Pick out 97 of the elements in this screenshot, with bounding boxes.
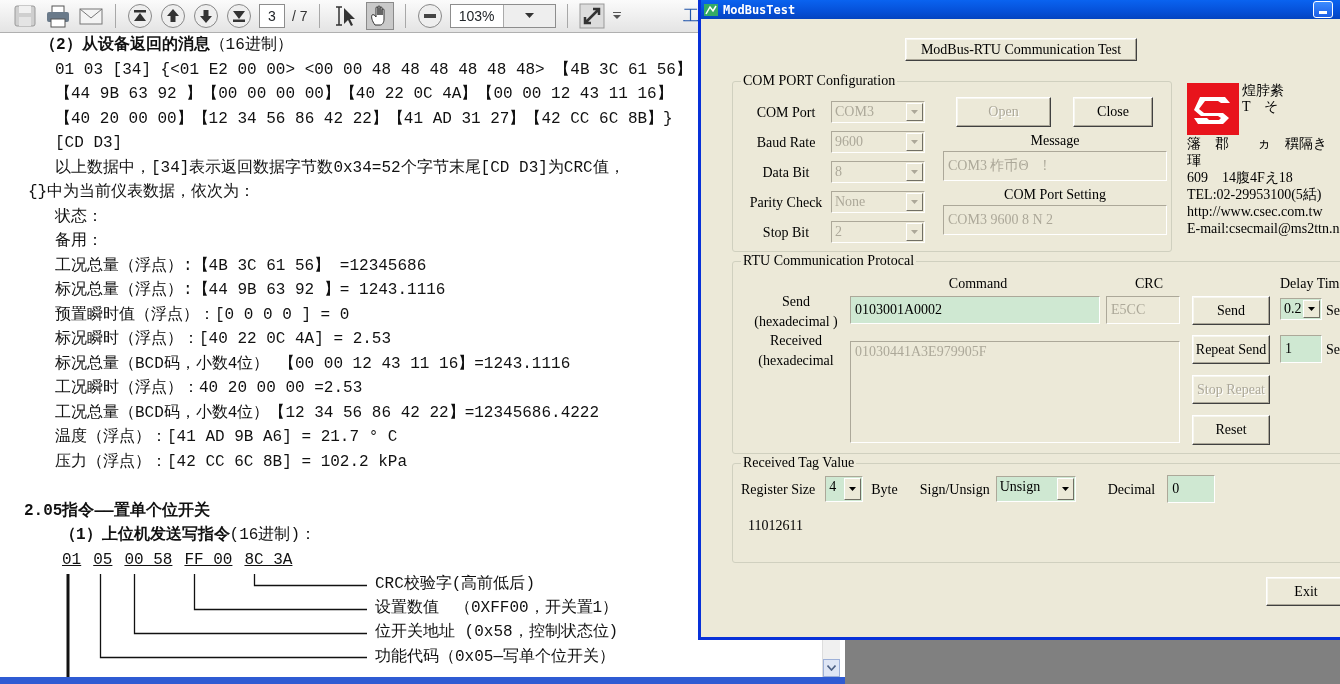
column-label: Command <box>947 274 1009 293</box>
group-title: Received Tag Value <box>742 454 856 472</box>
dropdown[interactable]: 4 <box>825 476 864 502</box>
text-line: 预置瞬时值（浮点）：[0 0 0 0 ] = 0 <box>54 304 350 326</box>
caret-icon <box>911 110 918 114</box>
contact-text: 琿 <box>1187 152 1202 169</box>
hex-code: 8C 3A <box>244 549 293 571</box>
expand-icon[interactable] <box>578 3 605 29</box>
app-icon <box>703 1 719 18</box>
caret-icon <box>1308 307 1315 311</box>
text-line: [CD D3] <box>54 133 123 154</box>
window-title: ModBusTest <box>723 1 796 19</box>
first-page-icon[interactable] <box>127 3 153 29</box>
company-text: 煌脖絭 <box>1242 83 1284 99</box>
company-text: T そ <box>1242 99 1280 115</box>
text-line: 标况瞬时（浮点）：[40 22 0C 4A] = 2.53 <box>54 328 392 350</box>
button[interactable]: Repeat Send <box>1192 335 1270 364</box>
field-label: Received (hexadecimal <box>757 332 835 370</box>
overflow-caret-icon[interactable] <box>611 11 622 21</box>
unit-label: Se <box>1326 341 1340 359</box>
logo-icon <box>1187 83 1239 135</box>
minimize-button[interactable] <box>1313 1 1333 18</box>
zoom-out-icon[interactable] <box>416 3 443 29</box>
text-field[interactable]: 1 <box>1280 335 1322 363</box>
heading-text: 2.05指令——置单个位开关 <box>23 500 210 522</box>
text-line: 工况瞬时（浮点）：40 20 00 00 =2.53 <box>54 377 363 399</box>
hex-code: 00 58 <box>124 549 173 571</box>
hand-tool-button[interactable] <box>365 2 394 30</box>
hex-code: 05 <box>93 549 113 571</box>
field-label: Stop Bit <box>761 223 811 242</box>
field-label: Message <box>1029 132 1081 150</box>
text-line: 【44 9B 63 92 】【00 00 00 00】【40 22 0C 4A】【00 00 12 43 11 16】 <box>54 83 673 105</box>
field-label: Send (hexadecimal ) <box>753 293 839 331</box>
button[interactable]: Reset <box>1192 415 1270 445</box>
text-line: 标况总量（浮点）:【44 9B 63 92 】= 1243.1116 <box>54 279 446 301</box>
text-line: 工况总量（浮点）:【4B 3C 61 56】 =12345686 <box>54 255 427 277</box>
value-text: 11012611 <box>748 517 804 535</box>
unit-label: Se <box>1326 302 1340 320</box>
caret-icon <box>911 230 918 234</box>
contact-text: 籓 郡 ヵ 穓隔き <box>1187 135 1328 152</box>
group-title: COM PORT Configuration <box>742 72 897 90</box>
text-line: 【40 20 00 00】【12 34 56 86 42 22】【41 AD 31 27】【42 CC 6C 8B】} <box>54 108 673 130</box>
annotation-label: 位开关地址 (0x58，控制状态位) <box>375 621 619 644</box>
text-line: 以上数据中，[34]表示返回数据字节数0x34=52个字节末尾[CD D3]为CRC值， <box>54 157 625 179</box>
text-line: 工况总量（BCD码，小数4位）【12 34 56 86 42 22】=12345686.4222 <box>54 402 600 424</box>
column-label: Delay Tim <box>1280 274 1340 293</box>
annotation-label: 设置数值 （0XFF00，开关置1） <box>375 597 619 620</box>
annotation-label: CRC校验字(高前低后) <box>375 573 535 595</box>
field-label: COM Port Setting <box>1003 186 1107 204</box>
contact-text: TEL:02-29953100(5絬) <box>1187 186 1323 203</box>
heading-text: （2）从设备返回的消息（16进制） <box>39 34 293 56</box>
page-number-field[interactable]: 3 <box>259 4 285 28</box>
text-line: {}中为当前仪表数据，依次为： <box>27 182 256 203</box>
contact-text: E-mail:csecmail@ms2ttn.n <box>1187 220 1340 237</box>
field-label: Decimal <box>1107 480 1156 499</box>
heading-button[interactable]: ModBus-RTU Communication Test <box>905 38 1137 61</box>
text-field[interactable]: 0103001A0002 <box>850 296 1100 324</box>
minimize-icon <box>1319 11 1327 14</box>
caret-icon <box>1061 487 1069 491</box>
text-line: 压力（浮点）：[42 CC 6C 8B] = 102.2 kPa <box>54 451 408 473</box>
field-label: Register Size <box>741 480 816 499</box>
hex-code: 01 <box>62 549 82 571</box>
field-label: Parity Check <box>748 193 824 212</box>
caret-icon <box>524 13 534 19</box>
contact-text: 609 14腹4Fえ18 <box>1187 169 1294 186</box>
heading-text: （1）上位机发送写指令(16进制)： <box>59 524 316 546</box>
field-label: Sign/Unsign <box>919 480 990 499</box>
text-line: 状态： <box>54 206 103 228</box>
annotation-label: 功能代码（0x05—写单个位开关） <box>375 646 615 668</box>
toolbar-label: 工 <box>683 6 699 26</box>
page-total: / 7 <box>292 6 308 26</box>
button[interactable]: Close <box>1073 97 1153 127</box>
contact-text: http://www.csec.com.tw <box>1187 203 1324 220</box>
printer-icon[interactable] <box>45 3 71 29</box>
caret-icon <box>911 200 918 204</box>
dropdown[interactable]: Unsign <box>995 476 1076 502</box>
column-label: CRC <box>1134 274 1164 293</box>
field-label: COM Port <box>755 103 817 122</box>
text-line: 备用： <box>54 231 103 252</box>
zoom-dropdown[interactable]: 103% <box>449 4 556 28</box>
text-line: 温度（浮点）：[41 AD 9B A6] = 21.7 ° C <box>54 426 398 448</box>
button[interactable]: Send <box>1192 296 1270 325</box>
field-label: Baud Rate <box>755 133 817 152</box>
group-title: RTU Communication Protocal <box>742 252 916 270</box>
last-page-icon[interactable] <box>226 3 252 29</box>
hex-code: FF 00 <box>184 549 233 571</box>
exit-button[interactable]: Exit <box>1266 577 1340 606</box>
text-line: 标况总量（BCD码，小数4位） 【00 00 12 43 11 16】=1243.1116 <box>54 353 571 375</box>
text-field[interactable]: 0 <box>1167 475 1216 503</box>
text-line: 01 03 [34] {<01 E2 00 00> <00 00 48 48 48 48 48 48> 【4B 3C 61 56】 <box>54 59 692 81</box>
caret-icon <box>911 140 918 144</box>
caret-icon <box>849 487 857 491</box>
caret-icon <box>911 170 918 174</box>
field-label: Data Bit <box>761 163 811 182</box>
dropdown[interactable]: 0.2 <box>1280 298 1322 320</box>
unit-label: Byte <box>871 480 898 499</box>
scroll-down-button[interactable] <box>823 659 840 677</box>
